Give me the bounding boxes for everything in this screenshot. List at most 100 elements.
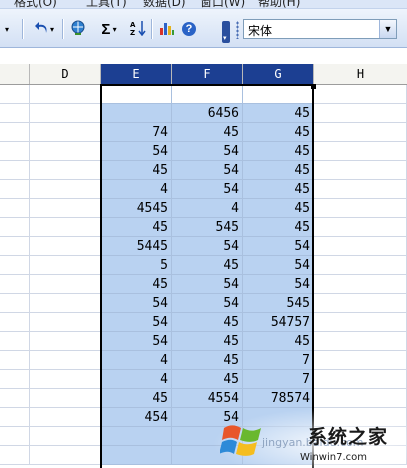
cell-c[interactable]: [0, 199, 30, 218]
cell-h[interactable]: [314, 370, 407, 389]
cell-f[interactable]: 45: [172, 351, 243, 370]
cell-c[interactable]: [0, 85, 30, 104]
cell-c[interactable]: [0, 351, 30, 370]
cell-g[interactable]: 45: [243, 218, 314, 237]
cell-g[interactable]: 45: [243, 199, 314, 218]
cell-d[interactable]: [30, 237, 101, 256]
cell-c[interactable]: [0, 142, 30, 161]
cell-f[interactable]: 45: [172, 370, 243, 389]
cell-f[interactable]: 54: [172, 142, 243, 161]
cell-d[interactable]: [30, 199, 101, 218]
cell-h[interactable]: [314, 313, 407, 332]
help-button[interactable]: ?: [180, 20, 198, 38]
cell-f[interactable]: [172, 427, 243, 446]
cell-e[interactable]: 74: [101, 123, 172, 142]
cell-e[interactable]: 454: [101, 408, 172, 427]
cell-g[interactable]: 45: [243, 161, 314, 180]
cell-g[interactable]: 54757: [243, 313, 314, 332]
cell-c[interactable]: [0, 256, 30, 275]
cell-h[interactable]: [314, 256, 407, 275]
chart-wizard-button[interactable]: [157, 20, 177, 38]
cell-c[interactable]: [0, 180, 30, 199]
cell-f[interactable]: 45: [172, 256, 243, 275]
cell-c[interactable]: [0, 446, 30, 465]
cell-f[interactable]: 45: [172, 332, 243, 351]
hyperlink-button[interactable]: [68, 20, 88, 38]
cell-f[interactable]: [172, 85, 243, 104]
cell-c[interactable]: [0, 104, 30, 123]
cell-c[interactable]: [0, 408, 30, 427]
cell-h[interactable]: [314, 275, 407, 294]
cell-d[interactable]: [30, 427, 101, 446]
cell-f[interactable]: 54: [172, 180, 243, 199]
cell-h[interactable]: [314, 199, 407, 218]
cell-h[interactable]: [314, 142, 407, 161]
cell-e[interactable]: 4545: [101, 199, 172, 218]
cell-f[interactable]: 6456: [172, 104, 243, 123]
cell-h[interactable]: [314, 389, 407, 408]
cell-h[interactable]: [314, 332, 407, 351]
cell-h[interactable]: [314, 351, 407, 370]
cell-d[interactable]: [30, 275, 101, 294]
cell-e[interactable]: 54: [101, 142, 172, 161]
cell-h[interactable]: [314, 446, 407, 465]
cell-c[interactable]: [0, 237, 30, 256]
cell-d[interactable]: [30, 85, 101, 104]
cell-c[interactable]: [0, 218, 30, 237]
cell-d[interactable]: [30, 218, 101, 237]
cell-c[interactable]: [0, 123, 30, 142]
cell-h[interactable]: [314, 408, 407, 427]
cell-h[interactable]: [314, 85, 407, 104]
cell-c[interactable]: [0, 370, 30, 389]
cell-e[interactable]: 54: [101, 294, 172, 313]
cell-h[interactable]: [314, 161, 407, 180]
cell-h[interactable]: [314, 427, 407, 446]
cell-g[interactable]: 54: [243, 275, 314, 294]
cell-g[interactable]: [243, 408, 314, 427]
sort-ascending-button[interactable]: AZ: [128, 20, 148, 38]
cell-d[interactable]: [30, 180, 101, 199]
cell-f[interactable]: 545: [172, 218, 243, 237]
cell-g[interactable]: 45: [243, 142, 314, 161]
fill-handle[interactable]: [311, 84, 316, 89]
cell-e[interactable]: 5445: [101, 237, 172, 256]
cell-g[interactable]: 45: [243, 332, 314, 351]
cell-e[interactable]: 5: [101, 256, 172, 275]
menu-format[interactable]: 格式(O): [14, 0, 57, 8]
cell-g[interactable]: 7: [243, 351, 314, 370]
cell-d[interactable]: [30, 370, 101, 389]
cell-f[interactable]: 54: [172, 161, 243, 180]
font-dropdown-button[interactable]: ▼: [379, 20, 396, 38]
cell-e[interactable]: [101, 446, 172, 465]
menu-window[interactable]: 窗口(W): [200, 0, 245, 8]
cell-c[interactable]: [0, 275, 30, 294]
cell-d[interactable]: [30, 351, 101, 370]
cell-e[interactable]: 45: [101, 389, 172, 408]
cell-e[interactable]: 4: [101, 180, 172, 199]
column-header-g[interactable]: G: [243, 64, 314, 84]
cell-g[interactable]: 45: [243, 180, 314, 199]
cell-d[interactable]: [30, 332, 101, 351]
cell-e[interactable]: 54: [101, 313, 172, 332]
cell-f[interactable]: 54: [172, 294, 243, 313]
cell-g[interactable]: 7: [243, 370, 314, 389]
cell-h[interactable]: [314, 123, 407, 142]
cell-g[interactable]: [243, 427, 314, 446]
cell-f[interactable]: 4554: [172, 389, 243, 408]
cell-g[interactable]: 545: [243, 294, 314, 313]
column-header-f[interactable]: F: [172, 64, 243, 84]
cell-e[interactable]: 54: [101, 332, 172, 351]
cell-e[interactable]: 45: [101, 218, 172, 237]
font-name-select[interactable]: 宋体 ▼: [243, 19, 397, 39]
cell-g[interactable]: [243, 446, 314, 465]
cell-d[interactable]: [30, 256, 101, 275]
cell-g[interactable]: 78574: [243, 389, 314, 408]
cell-c[interactable]: [0, 427, 30, 446]
cell-c[interactable]: [0, 161, 30, 180]
cell-g[interactable]: 54: [243, 256, 314, 275]
cell-f[interactable]: 4: [172, 199, 243, 218]
menu-tools[interactable]: 工具(T): [86, 0, 127, 8]
cell-c[interactable]: [0, 332, 30, 351]
menu-help[interactable]: 帮助(H): [258, 0, 300, 8]
cell-c[interactable]: [0, 313, 30, 332]
